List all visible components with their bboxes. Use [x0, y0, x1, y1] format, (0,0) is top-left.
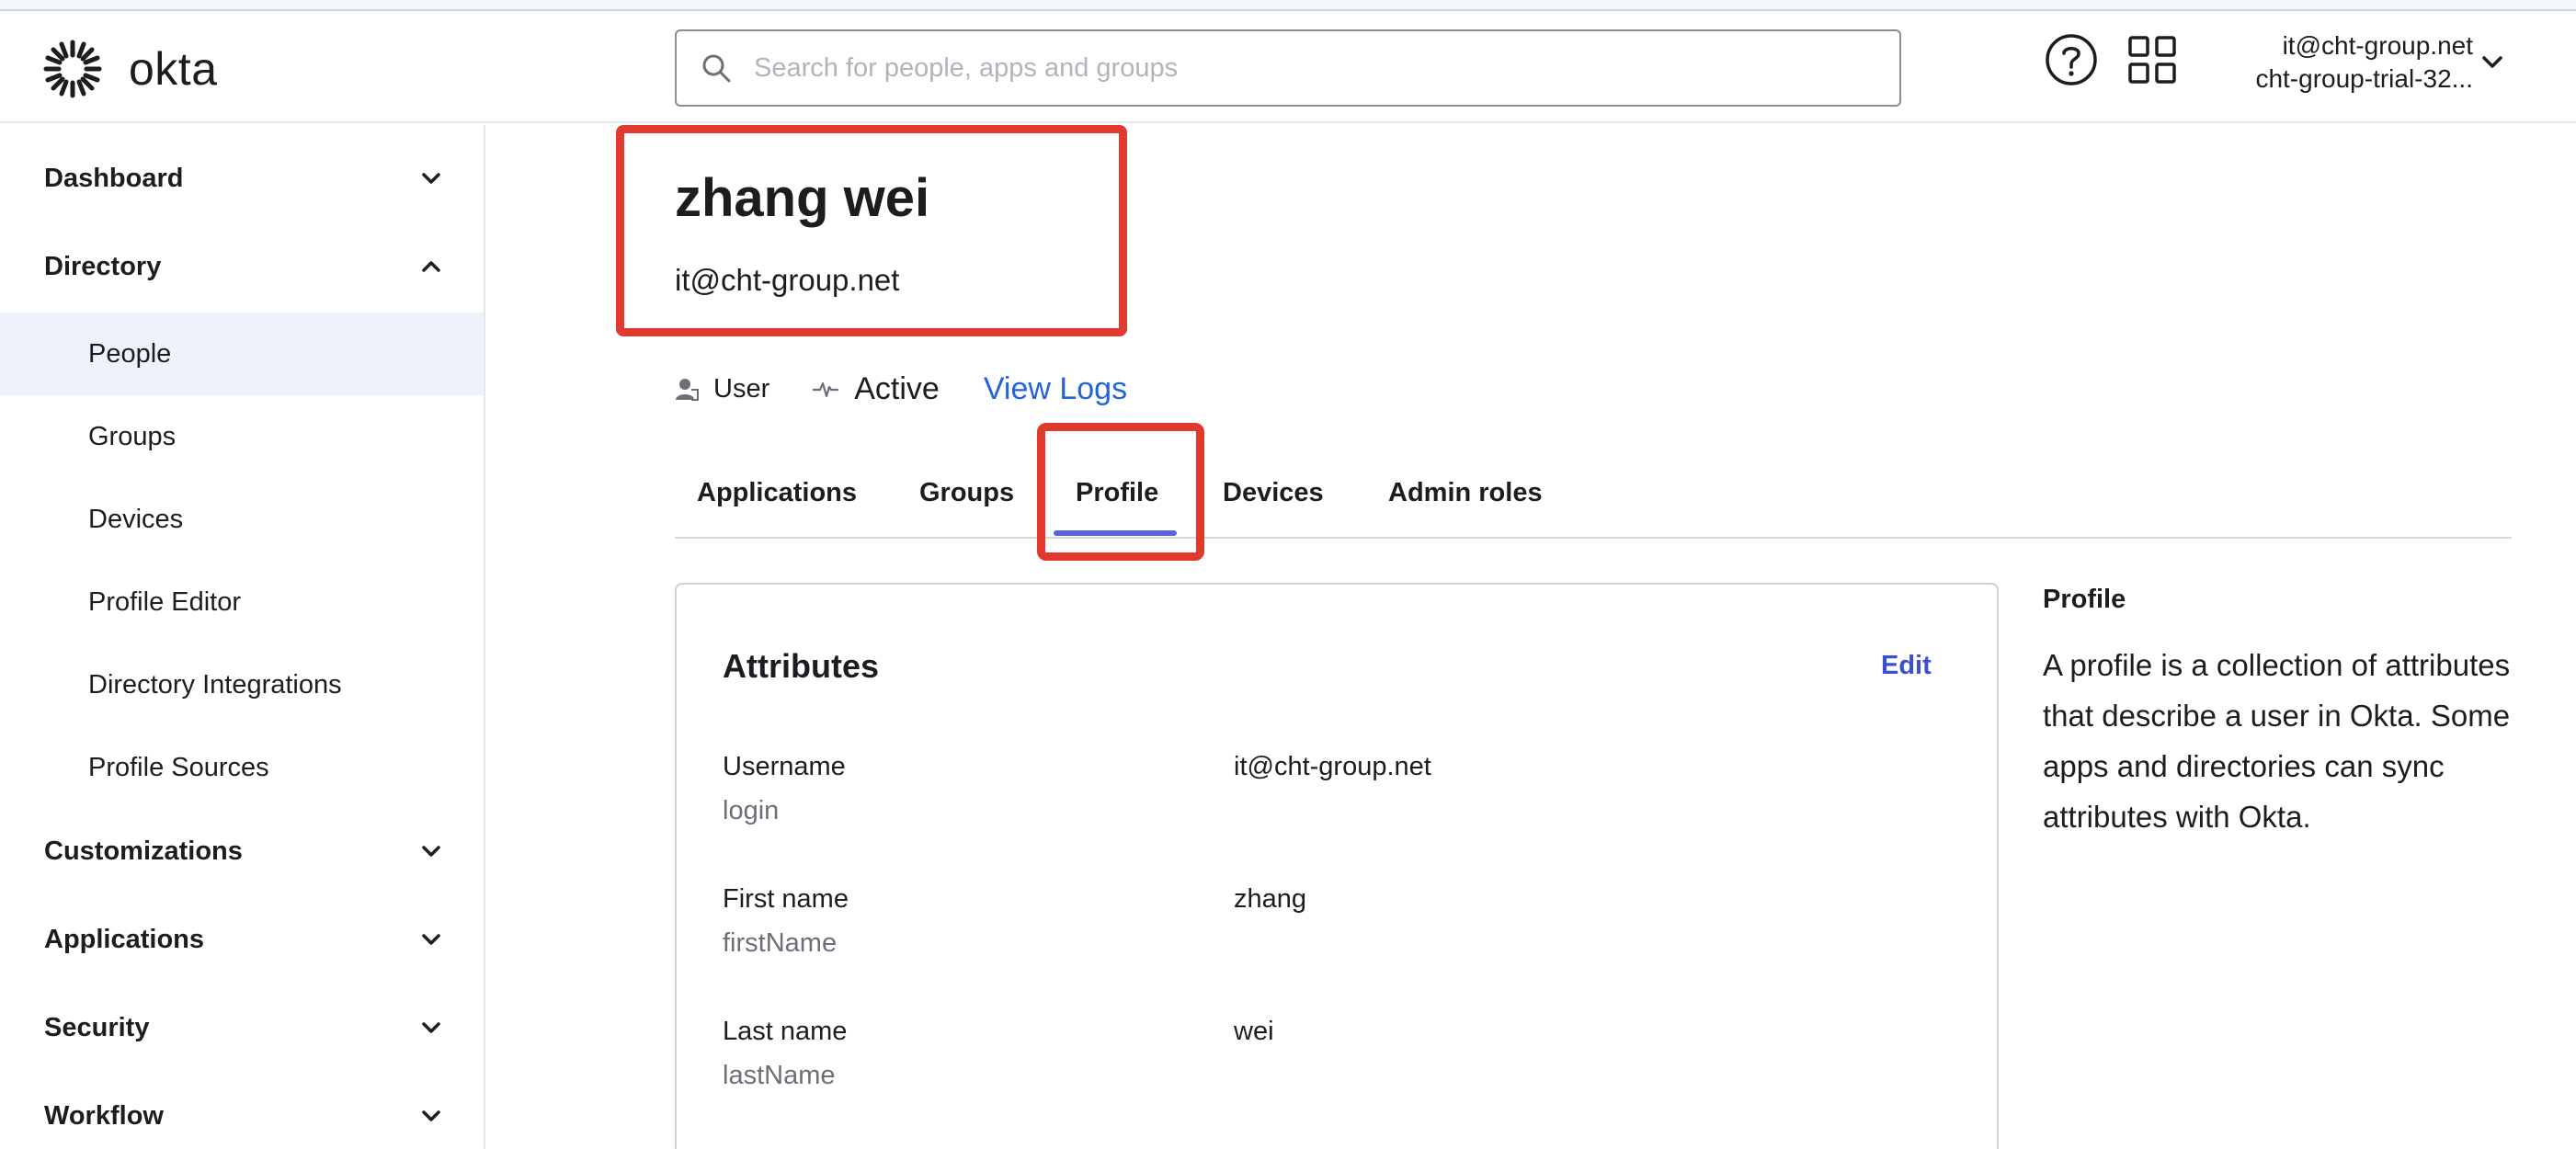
- tab-admin-roles[interactable]: Admin roles: [1388, 478, 1543, 508]
- sidebar-section-label: Workflow: [44, 1100, 164, 1131]
- attribute-value: it@cht-group.net: [1234, 752, 1431, 781]
- search-bar[interactable]: [675, 29, 1901, 107]
- okta-sunburst-icon: [43, 40, 102, 98]
- sidebar-item-label: Devices: [88, 504, 184, 534]
- sidebar-section-label: Directory: [44, 251, 162, 281]
- chevron-down-icon[interactable]: [2479, 48, 2506, 75]
- sidebar-item-label: Directory Integrations: [88, 669, 342, 700]
- tab-devices[interactable]: Devices: [1223, 478, 1324, 508]
- app-grid-icon[interactable]: [2127, 35, 2177, 85]
- sidebar-item-label: Profile Sources: [88, 752, 269, 782]
- attribute-key: lastName: [723, 1061, 836, 1090]
- sidebar-section-label: Dashboard: [44, 163, 184, 193]
- highlight-box-profile-tab: [1037, 423, 1204, 561]
- sidebar-item-label: Profile Editor: [88, 586, 242, 617]
- user-type: User: [713, 373, 770, 404]
- activity-pulse-icon: [813, 381, 839, 398]
- chevron-down-icon: [422, 1022, 440, 1033]
- sidebar-item-groups[interactable]: Groups: [0, 395, 484, 478]
- attributes-card: Attributes Edit Username login it@cht-gr…: [675, 583, 1999, 1149]
- view-logs-link[interactable]: View Logs: [984, 371, 1127, 407]
- sidebar-section-label: Security: [44, 1012, 150, 1042]
- edit-button[interactable]: Edit: [1881, 651, 1932, 681]
- account-email: it@cht-group.net: [2282, 31, 2473, 60]
- chevron-up-icon: [422, 261, 440, 272]
- account-menu[interactable]: it@cht-group.net cht-group-trial-32...: [2197, 29, 2473, 96]
- top-rule: [0, 0, 2576, 11]
- attribute-key: login: [723, 796, 780, 825]
- sidebar-item-profile-editor[interactable]: Profile Editor: [0, 561, 484, 643]
- sidebar-section-applications[interactable]: Applications: [0, 903, 484, 976]
- sidebar-item-devices[interactable]: Devices: [0, 478, 484, 561]
- chevron-down-icon: [422, 934, 440, 945]
- sidebar-section-label: Applications: [44, 924, 205, 954]
- sidebar-section-workflow[interactable]: Workflow: [0, 1079, 484, 1149]
- user-status: Active: [854, 370, 940, 406]
- okta-logo[interactable]: okta: [42, 37, 218, 101]
- account-org: cht-group-trial-32...: [2255, 64, 2473, 93]
- sidebar-section-dashboard[interactable]: Dashboard: [0, 142, 484, 215]
- logo-text: okta: [129, 43, 218, 95]
- sidebar-section-customizations[interactable]: Customizations: [0, 814, 484, 888]
- sidebar-item-label: Groups: [88, 421, 177, 451]
- help-panel-title: Profile: [2043, 585, 2126, 614]
- attribute-value: wei: [1234, 1017, 1274, 1046]
- highlight-box-user-header: [616, 125, 1127, 336]
- search-input[interactable]: [754, 52, 1857, 84]
- chevron-down-icon: [422, 173, 440, 184]
- user-meta-row: User Active View Logs: [673, 366, 1127, 412]
- user-icon: [676, 379, 699, 401]
- help-panel-description: A profile is a collection of attributes …: [2043, 648, 2511, 834]
- sidebar-section-security[interactable]: Security: [0, 991, 484, 1064]
- attribute-value: zhang: [1234, 884, 1307, 914]
- sidebar-item-directory-integrations[interactable]: Directory Integrations: [0, 643, 484, 726]
- sidebar-item-label: People: [88, 338, 172, 369]
- top-header: okta it@cht-group.net cht-group-trial-32…: [0, 11, 2576, 123]
- chevron-down-icon: [422, 1110, 440, 1121]
- help-icon[interactable]: [2045, 33, 2098, 86]
- sidebar-section-directory[interactable]: Directory: [0, 230, 484, 303]
- search-icon: [702, 54, 731, 83]
- sidebar-section-label: Customizations: [44, 836, 243, 866]
- tab-applications[interactable]: Applications: [697, 478, 857, 508]
- attribute-label: Last name: [723, 1017, 848, 1046]
- tab-groups[interactable]: Groups: [919, 478, 1014, 508]
- chevron-down-icon: [422, 846, 440, 857]
- sidebar: Dashboard Directory People Groups Device…: [0, 125, 485, 1149]
- profile-tabs: Applications Groups Profile Devices Admi…: [675, 460, 2512, 539]
- sidebar-item-profile-sources[interactable]: Profile Sources: [0, 726, 484, 809]
- attribute-label: Username: [723, 752, 846, 781]
- attributes-title: Attributes: [723, 647, 879, 685]
- attribute-key: firstName: [723, 928, 838, 958]
- attribute-label: First name: [723, 884, 849, 914]
- sidebar-item-people[interactable]: People: [0, 313, 484, 395]
